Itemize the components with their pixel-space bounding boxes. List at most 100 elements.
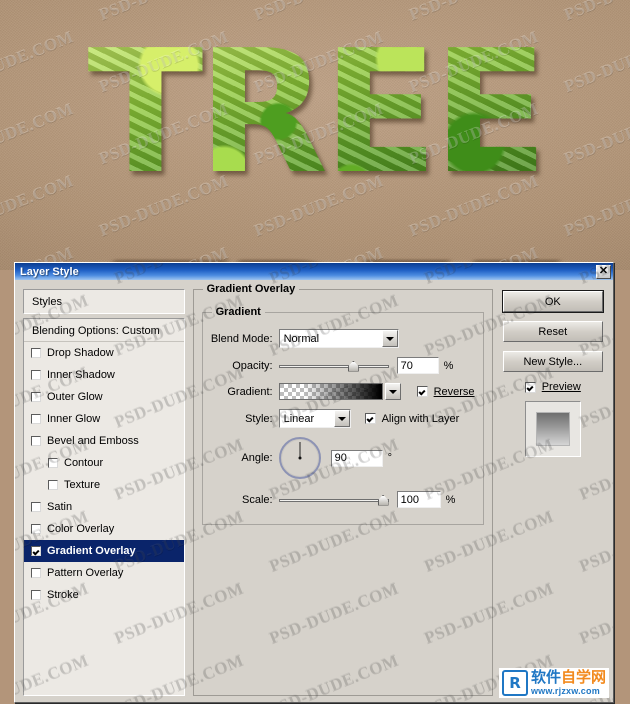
reset-button[interactable]: Reset bbox=[502, 321, 603, 342]
gradient-label: Gradient: bbox=[227, 385, 273, 398]
style-checkbox[interactable] bbox=[31, 414, 41, 424]
style-row-contour[interactable]: Contour bbox=[24, 452, 184, 474]
dialog-titlebar[interactable]: Layer Style ✕ bbox=[15, 263, 613, 280]
style-row-color-overlay[interactable]: Color Overlay bbox=[24, 518, 184, 540]
gradient-style-value: Linear bbox=[283, 412, 315, 425]
style-row-label: Blending Options: Custom bbox=[32, 324, 160, 337]
logo-url: www.rjzxw.com bbox=[530, 686, 600, 696]
reverse-checkbox-box bbox=[416, 386, 428, 397]
blend-mode-value: Normal bbox=[283, 332, 320, 345]
angle-input[interactable]: 90 bbox=[330, 449, 383, 467]
new-style-button[interactable]: New Style... bbox=[502, 351, 603, 372]
align-checkbox-box bbox=[364, 413, 376, 424]
site-logo: R 软件自学网 www.rjzxw.com bbox=[498, 668, 609, 698]
style-checkbox[interactable] bbox=[31, 590, 41, 600]
style-row-drop-shadow[interactable]: Drop Shadow bbox=[24, 342, 184, 364]
style-row-inner-glow[interactable]: Inner Glow bbox=[24, 408, 184, 430]
tree-text-group: TREE TREE bbox=[0, 0, 630, 270]
opacity-label: Opacity: bbox=[232, 359, 273, 372]
style-row-label: Pattern Overlay bbox=[47, 567, 124, 579]
style-row-blending-options-custom[interactable]: Blending Options: Custom bbox=[24, 320, 184, 342]
style-row: Style: Linear Align with Layer bbox=[211, 409, 475, 428]
style-row-label: Color Overlay bbox=[47, 523, 115, 535]
style-checkbox[interactable] bbox=[48, 480, 58, 490]
gradient-group: Gradient Blend Mode: Normal Opacity: 70 … bbox=[201, 306, 484, 525]
scale-slider[interactable] bbox=[278, 493, 389, 507]
style-checkbox[interactable] bbox=[31, 524, 41, 534]
styles-list[interactable]: Blending Options: Custom Drop Shadow Inner… bbox=[23, 318, 185, 696]
logo-mark-icon: R bbox=[501, 670, 528, 696]
reverse-label: Reverse bbox=[433, 385, 475, 398]
scale-input[interactable]: 100 bbox=[396, 491, 441, 508]
buttons-column: OK Reset New Style... Preview bbox=[501, 289, 605, 696]
opacity-input[interactable]: 70 bbox=[396, 357, 439, 374]
style-checkbox[interactable] bbox=[31, 370, 41, 380]
style-row-label: Texture bbox=[64, 479, 101, 491]
style-row-label: Outer Glow bbox=[47, 391, 103, 403]
main-column: Gradient Overlay Gradient Blend Mode: No… bbox=[192, 283, 493, 696]
angle-label: Angle: bbox=[241, 452, 273, 464]
close-icon[interactable]: ✕ bbox=[596, 264, 611, 279]
style-row-label: Bevel and Emboss bbox=[47, 435, 139, 447]
section-title: Gradient Overlay bbox=[202, 283, 300, 295]
style-checkbox[interactable] bbox=[48, 458, 58, 468]
preview-thumbnail bbox=[524, 401, 581, 457]
gradient-preview-bar[interactable] bbox=[278, 383, 383, 400]
preview-swatch bbox=[535, 412, 570, 446]
reverse-checkbox[interactable]: Reverse bbox=[416, 385, 475, 398]
scale-unit: % bbox=[445, 493, 456, 506]
style-row-outer-glow[interactable]: Outer Glow bbox=[24, 386, 184, 408]
style-row-label: Inner Shadow bbox=[47, 369, 115, 381]
logo-cn-blue: 软件 bbox=[530, 668, 561, 686]
preview-checkbox[interactable]: Preview bbox=[524, 381, 581, 393]
style-checkbox[interactable] bbox=[31, 348, 41, 358]
logo-cn-orange: 自学网 bbox=[560, 668, 606, 686]
style-row-label: Drop Shadow bbox=[47, 347, 114, 359]
style-checkbox[interactable] bbox=[31, 436, 41, 446]
style-row-satin[interactable]: Satin bbox=[24, 496, 184, 518]
style-label: Style: bbox=[245, 412, 273, 425]
artwork-canvas: TREE TREE PSD-DUDE.COMPSD-DUDE.COMPSD-DU… bbox=[0, 0, 630, 270]
blend-mode-select[interactable]: Normal bbox=[278, 329, 399, 348]
dialog-body: Styles Blending Options: Custom Drop Shad… bbox=[15, 280, 613, 704]
style-row-stroke[interactable]: Stroke bbox=[24, 584, 184, 606]
style-row-gradient-overlay[interactable]: Gradient Overlay bbox=[24, 540, 184, 562]
align-label: Align with Layer bbox=[381, 412, 460, 425]
style-checkbox[interactable] bbox=[31, 546, 41, 556]
style-row-bevel-and-emboss[interactable]: Bevel and Emboss bbox=[24, 430, 184, 452]
styles-header[interactable]: Styles bbox=[23, 289, 185, 314]
layer-style-dialog: Layer Style ✕ Styles Blending Options: C… bbox=[14, 262, 614, 703]
style-row-texture[interactable]: Texture bbox=[24, 474, 184, 496]
style-row-inner-shadow[interactable]: Inner Shadow bbox=[24, 364, 184, 386]
angle-row: Angle: 90 ° bbox=[211, 437, 475, 479]
style-row-label: Contour bbox=[64, 457, 104, 469]
gradient-row: Gradient: Reverse bbox=[211, 383, 475, 400]
gradient-style-select[interactable]: Linear bbox=[278, 409, 351, 428]
style-row-label: Gradient Overlay bbox=[47, 545, 136, 557]
style-row-label: Stroke bbox=[47, 589, 79, 601]
style-row-label: Satin bbox=[47, 501, 73, 513]
gradient-picker-chevron-icon[interactable] bbox=[384, 383, 401, 400]
opacity-unit: % bbox=[443, 359, 454, 372]
style-checkbox[interactable] bbox=[31, 502, 41, 512]
tree-text: TREE bbox=[87, 14, 543, 212]
styles-column: Styles Blending Options: Custom Drop Shad… bbox=[23, 289, 185, 696]
opacity-slider[interactable] bbox=[278, 359, 389, 373]
style-row-label: Inner Glow bbox=[47, 413, 101, 425]
style-checkbox[interactable] bbox=[31, 392, 41, 402]
opacity-row: Opacity: 70 % bbox=[211, 357, 475, 374]
chevron-down-icon[interactable] bbox=[333, 410, 350, 427]
blend-mode-row: Blend Mode: Normal bbox=[211, 329, 475, 348]
style-row-pattern-overlay[interactable]: Pattern Overlay bbox=[24, 562, 184, 584]
align-with-layer-checkbox[interactable]: Align with Layer bbox=[364, 412, 460, 425]
angle-dial[interactable] bbox=[278, 437, 321, 479]
style-checkbox[interactable] bbox=[31, 568, 41, 578]
scale-label: Scale: bbox=[242, 493, 273, 506]
scale-row: Scale: 100 % bbox=[211, 491, 475, 508]
ok-button[interactable]: OK bbox=[502, 291, 603, 312]
chevron-down-icon[interactable] bbox=[381, 330, 398, 347]
angle-unit: ° bbox=[387, 452, 392, 464]
preview-checkbox-box bbox=[524, 381, 536, 393]
dialog-title: Layer Style bbox=[20, 265, 79, 278]
gradient-overlay-section: Gradient Overlay Gradient Blend Mode: No… bbox=[192, 283, 493, 696]
